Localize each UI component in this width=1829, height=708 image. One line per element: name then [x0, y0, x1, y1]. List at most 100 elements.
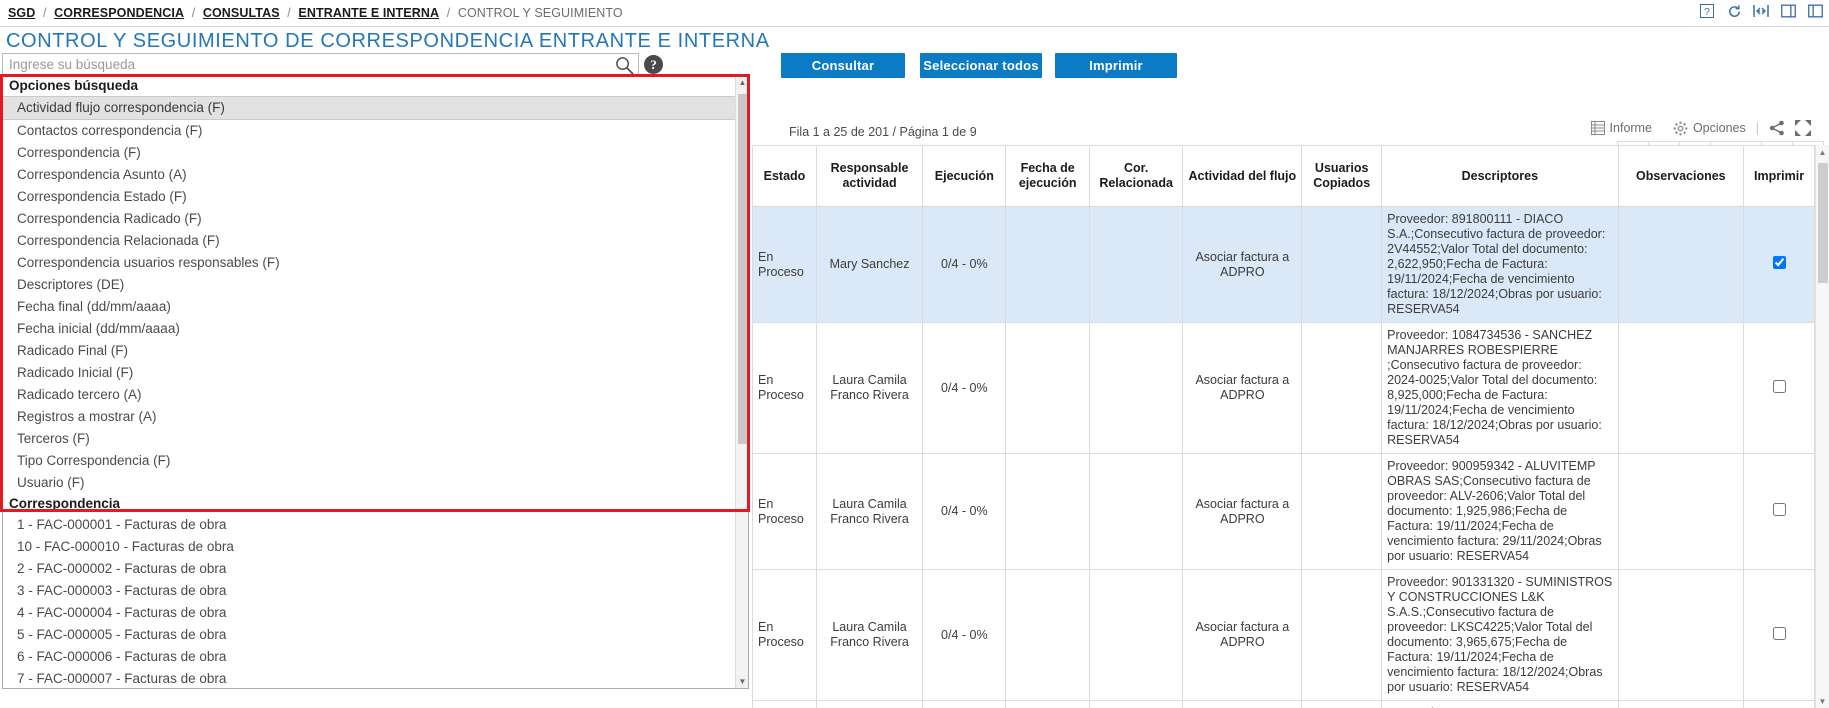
cell-observaciones: [1617, 322, 1745, 454]
page-title: CONTROL Y SEGUIMIENTO DE CORRESPONDENCIA…: [6, 30, 770, 52]
dropdown-option[interactable]: 3 - FAC-000003 - Facturas de obra: [3, 580, 748, 602]
column-header-actividad-del-flujo[interactable]: Actividad del flujo: [1182, 146, 1303, 207]
dropdown-scrollbar[interactable]: ▲ ▼: [735, 76, 748, 688]
column-header-imprimir[interactable]: Imprimir: [1743, 146, 1815, 207]
dropdown-group-title-opciones: Opciones búsqueda: [3, 76, 748, 96]
imprimir-checkbox[interactable]: [1772, 503, 1786, 516]
search-icon[interactable]: [615, 56, 634, 75]
dropdown-option[interactable]: Fecha final (dd/mm/aaaa): [3, 296, 748, 318]
column-header-responsable-actividad[interactable]: Responsable actividad: [815, 146, 924, 207]
imprimir-button[interactable]: Imprimir: [1055, 53, 1177, 78]
column-header-observaciones[interactable]: Observaciones: [1617, 146, 1745, 207]
column-header-cor-relacionada[interactable]: Cor. Relacionada: [1088, 146, 1184, 207]
dropdown-option[interactable]: Correspondencia Radicado (F): [3, 208, 748, 230]
dropdown-option[interactable]: Radicado tercero (A): [3, 384, 748, 406]
cell-usuarios-copiados: [1301, 700, 1383, 708]
cell-estado: En Proceso: [752, 206, 817, 323]
dropdown-option[interactable]: Correspondencia Estado (F): [3, 186, 748, 208]
expand-icon[interactable]: [1807, 3, 1823, 19]
dropdown-option[interactable]: Actividad flujo correspondencia (F): [3, 96, 748, 120]
breadcrumb-item-consultas[interactable]: CONSULTAS: [203, 6, 280, 20]
dropdown-option[interactable]: 5 - FAC-000005 - Facturas de obra: [3, 624, 748, 646]
refresh-icon[interactable]: [1726, 3, 1742, 19]
breadcrumb-item-entrante-e-interna[interactable]: ENTRANTE E INTERNA: [298, 6, 439, 20]
imprimir-checkbox[interactable]: [1772, 256, 1786, 269]
dropdown-option[interactable]: Usuario (F): [3, 472, 748, 494]
cell-descriptores: Proveedor: 901331320 - SUMINISTROS Y CON…: [1381, 700, 1619, 708]
dropdown-scroll-thumb[interactable]: [738, 94, 747, 444]
cell-responsable: Mary Sanchez: [815, 206, 924, 323]
panel-icon[interactable]: [1780, 3, 1796, 19]
cell-observaciones: [1617, 206, 1745, 323]
dropdown-scroll-up-icon[interactable]: ▲: [736, 76, 748, 89]
seleccionar-todos-button[interactable]: Seleccionar todos: [920, 53, 1042, 78]
table-header-row: Estado Responsable actividad Ejecución F…: [752, 146, 1815, 207]
share-icon[interactable]: [1769, 120, 1785, 136]
gear-icon: [1673, 121, 1688, 136]
dropdown-scroll-down-icon[interactable]: ▼: [736, 675, 748, 688]
dropdown-option[interactable]: Radicado Final (F): [3, 340, 748, 362]
results-scroll-thumb[interactable]: [1818, 163, 1828, 283]
dropdown-option[interactable]: Fecha inicial (dd/mm/aaaa): [3, 318, 748, 340]
dropdown-option[interactable]: Correspondencia usuarios responsables (F…: [3, 252, 748, 274]
dropdown-option[interactable]: 4 - FAC-000004 - Facturas de obra: [3, 602, 748, 624]
table-row[interactable]: En Proceso Laura Camila Franco Rivera 0/4 …: [752, 322, 1815, 454]
dropdown-option[interactable]: Terceros (F): [3, 428, 748, 450]
dropdown-option[interactable]: 10 - FAC-000010 - Facturas de obra: [3, 536, 748, 558]
table-row[interactable]: En Proceso Mary Sanchez 0/4 - 0% Asociar fa…: [752, 206, 1815, 323]
dropdown-option[interactable]: 1 - FAC-000001 - Facturas de obra: [3, 514, 748, 536]
dropdown-option[interactable]: Registros a mostrar (A): [3, 406, 748, 428]
dropdown-option[interactable]: Correspondencia (F): [3, 142, 748, 164]
dropdown-option[interactable]: Correspondencia Relacionada (F): [3, 230, 748, 252]
informe-button[interactable]: Informe: [1590, 121, 1652, 135]
cell-descriptores: Proveedor: 891800111 - DIACO S.A.;Consec…: [1381, 206, 1619, 323]
results-scrollbar[interactable]: ▲ ▼: [1815, 145, 1829, 708]
dropdown-option[interactable]: 7 - FAC-000007 - Facturas de obra: [3, 668, 748, 688]
search-input[interactable]: [3, 54, 611, 75]
results-scroll-down-icon[interactable]: ▼: [1816, 694, 1829, 708]
table-row[interactable]: En Proceso Laura Camila Franco Rivera 0/4 …: [752, 453, 1815, 570]
opciones-button[interactable]: Opciones: [1673, 121, 1746, 136]
column-header-descriptores[interactable]: Descriptores: [1381, 146, 1619, 207]
breadcrumb-item-sgd[interactable]: SGD: [8, 6, 35, 20]
column-header-estado[interactable]: Estado: [752, 146, 817, 207]
cell-fecha-ejecucion: [1005, 322, 1090, 454]
dropdown-option[interactable]: Correspondencia Asunto (A): [3, 164, 748, 186]
collapse-horizontal-icon[interactable]: [1753, 3, 1769, 19]
column-header-fecha-de-ejecucion[interactable]: Fecha de ejecución: [1005, 146, 1090, 207]
cell-actividad-flujo: Asociar factura a ADPRO: [1182, 206, 1303, 323]
table-row[interactable]: En Proceso Laura Camila Franco Rivera 0/4 …: [752, 569, 1815, 701]
imprimir-checkbox[interactable]: [1772, 379, 1786, 393]
dropdown-option[interactable]: 2 - FAC-000002 - Facturas de obra: [3, 558, 748, 580]
breadcrumb-separator: /: [191, 6, 196, 20]
dropdown-option[interactable]: Radicado Inicial (F): [3, 362, 748, 384]
cell-usuarios-copiados: [1301, 206, 1383, 323]
toolbar-separator: |: [1755, 121, 1759, 135]
cell-imprimir: [1743, 322, 1815, 454]
cell-descriptores: Proveedor: 900959342 - ALUVITEMP OBRAS S…: [1381, 453, 1619, 570]
help-icon[interactable]: ?: [1699, 3, 1715, 19]
imprimir-checkbox[interactable]: [1772, 626, 1786, 640]
report-icon: [1590, 121, 1605, 135]
cell-observaciones: [1617, 569, 1745, 701]
informe-label: Informe: [1609, 121, 1652, 135]
column-header-ejecucion[interactable]: Ejecución: [922, 146, 1007, 207]
consultar-button[interactable]: Consultar: [781, 53, 905, 78]
help-circle-icon[interactable]: ?: [644, 55, 663, 74]
cell-estado: En Proceso: [752, 322, 817, 454]
cell-observaciones: [1617, 700, 1745, 708]
fullscreen-icon[interactable]: [1795, 120, 1811, 136]
cell-estado: En Proceso: [752, 453, 817, 570]
breadcrumb-item-correspondencia[interactable]: CORRESPONDENCIA: [54, 6, 184, 20]
table-row[interactable]: Proveedor: 901331320 - SUMINISTROS Y CON…: [752, 700, 1815, 708]
dropdown-option[interactable]: Tipo Correspondencia (F): [3, 450, 748, 472]
cell-cor-relacionada: [1088, 453, 1184, 570]
dropdown-option[interactable]: Descriptores (DE): [3, 274, 748, 296]
column-header-usuarios-copiados[interactable]: Usuarios Copiados: [1301, 146, 1383, 207]
results-table: Estado Responsable actividad Ejecución F…: [752, 146, 1815, 708]
dropdown-option[interactable]: Contactos correspondencia (F): [3, 120, 748, 142]
dropdown-option[interactable]: 6 - FAC-000006 - Facturas de obra: [3, 646, 748, 668]
cell-cor-relacionada: [1088, 700, 1184, 708]
cell-imprimir: [1743, 453, 1815, 570]
results-scroll-up-icon[interactable]: ▲: [1816, 145, 1829, 159]
